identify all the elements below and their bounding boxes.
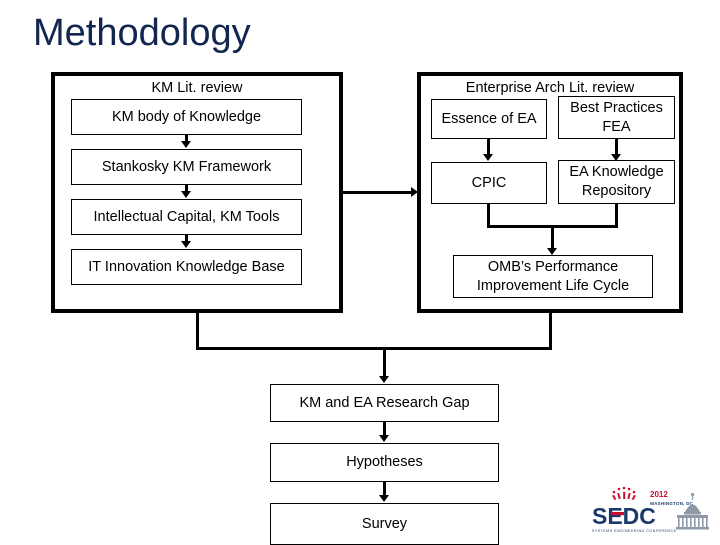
node-km-body-of-knowledge[interactable]: KM body of Knowledge [71, 99, 302, 135]
arrowhead-merge-to-research-gap [379, 376, 389, 383]
arrowhead-gap-to-hypotheses [379, 435, 389, 442]
connector-groups-merge-horizontal [196, 347, 552, 350]
arrowhead-km1-km2 [181, 141, 191, 148]
node-survey[interactable]: Survey [270, 503, 499, 545]
logo-tagline: SYSTEMS ENGINEERING CONFERENCE [592, 529, 677, 533]
node-stankosky-km-framework[interactable]: Stankosky KM Framework [71, 149, 302, 185]
node-hypotheses[interactable]: Hypotheses [270, 443, 499, 482]
slide-canvas: Methodology KM Lit. review KM body of Kn… [0, 0, 720, 545]
node-ombs-performance-improvement-life-cycle[interactable]: OMB’s Performance Improvement Life Cycle [453, 255, 653, 298]
arrowhead-hypotheses-to-survey [379, 495, 389, 502]
connector-km-group-down [196, 313, 199, 350]
arrowhead-km3-km4 [181, 241, 191, 248]
page-title: Methodology [33, 12, 251, 54]
logo-location: WASHINGTON, DC [650, 501, 694, 506]
node-intellectual-capital-km-tools[interactable]: Intellectual Capital, KM Tools [71, 199, 302, 235]
connector-left-group-to-right-group [343, 191, 413, 194]
node-best-practices-fea[interactable]: Best Practices FEA [558, 96, 675, 139]
arrowhead-merge-to-omb [547, 248, 557, 255]
logo-acronym: SEDC [592, 503, 656, 529]
sedc-conference-logo: 2012 WASHINGTON, DC SEDC SYSTEMS ENGINEE… [588, 482, 714, 534]
connector-ea-group-down [549, 313, 552, 350]
group-label-km-lit-review: KM Lit. review [151, 80, 243, 96]
capitol-dome-icon [676, 492, 709, 530]
node-cpic[interactable]: CPIC [431, 162, 547, 204]
logo-accent-bar [611, 512, 624, 516]
node-km-and-ea-research-gap[interactable]: KM and EA Research Gap [270, 384, 499, 422]
node-ea-knowledge-repository[interactable]: EA Knowledge Repository [558, 160, 675, 204]
group-label-enterprise-arch-lit-review: Enterprise Arch Lit. review [465, 80, 635, 96]
connector-merge-to-research-gap [383, 347, 386, 379]
arrowhead-km2-km3 [181, 191, 191, 198]
node-it-innovation-knowledge-base[interactable]: IT Innovation Knowledge Base [71, 249, 302, 285]
node-essence-of-ea[interactable]: Essence of EA [431, 99, 547, 139]
arrowhead-essence-to-cpic [483, 154, 493, 161]
logo-year: 2012 [650, 490, 668, 499]
